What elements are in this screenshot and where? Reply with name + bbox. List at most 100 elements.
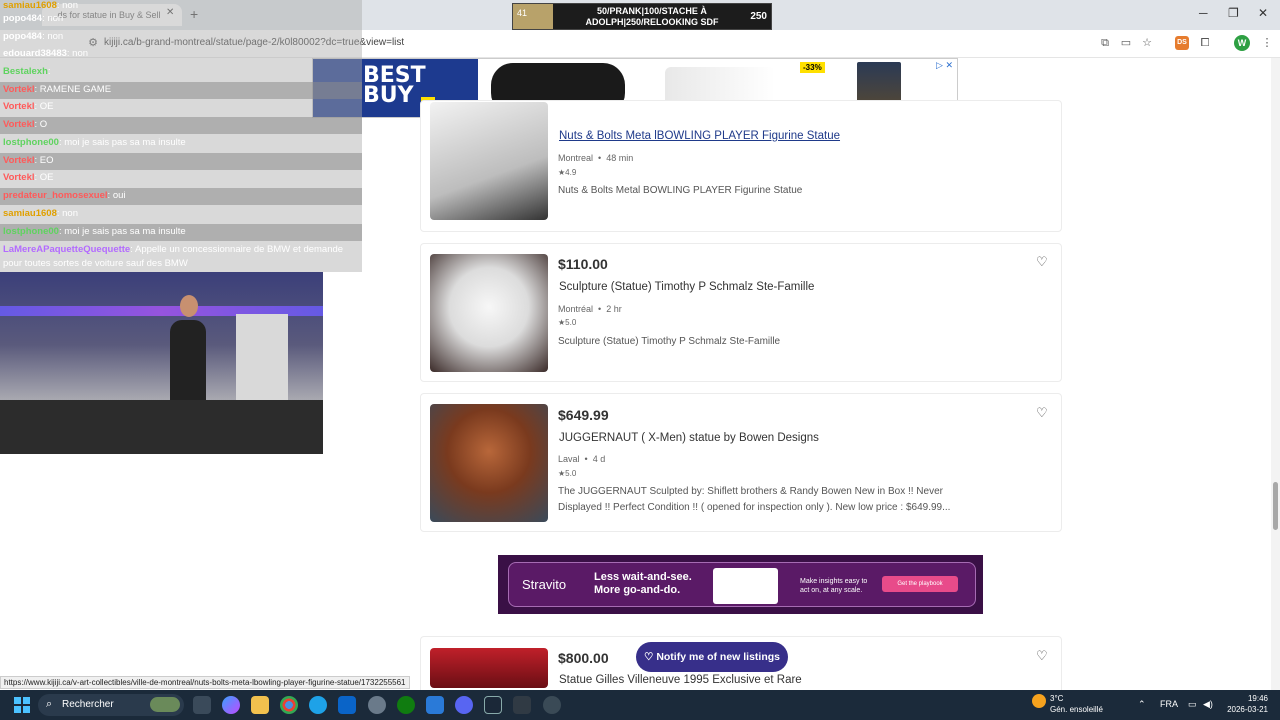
store-icon[interactable] (426, 696, 444, 714)
chat-username: samiau1608 (3, 0, 57, 11)
chat-username: samiau1608 (3, 208, 57, 219)
extension-icon[interactable]: DS (1175, 36, 1189, 50)
listing-price: $110.00 (558, 256, 608, 272)
webcam-door (236, 314, 288, 404)
edge-icon[interactable] (309, 696, 327, 714)
listing-title[interactable]: JUGGERNAUT ( X-Men) statue by Bowen Desi… (559, 432, 819, 444)
favorite-heart-icon[interactable]: ♡ (1036, 254, 1048, 270)
listing-title[interactable]: Nuts & Bolts Meta lBOWLING PLAYER Figuri… (559, 130, 840, 142)
listing-title[interactable]: Statue Gilles Villeneuve 1995 Exclusive … (559, 674, 802, 686)
chat-message: LaMereAPaquetteQuequette: Appelle un con… (3, 244, 343, 256)
listing-rating: ★5.0 (558, 469, 577, 478)
chat-username: Vortekl (3, 84, 35, 95)
extensions-puzzle-icon[interactable]: ⧠ (1198, 36, 1212, 50)
chat-message: predateur_homosexuel: oui (3, 190, 126, 202)
copilot-icon[interactable] (222, 696, 240, 714)
listing-description: The JUGGERNAUT Sculpted by: Shiflett bro… (558, 486, 951, 513)
chrome-icon[interactable] (280, 696, 298, 714)
stravito-logo: Stravito (522, 577, 567, 592)
chat-text: : non (42, 13, 64, 24)
weather-sun-icon (1032, 694, 1046, 708)
status-url: https://www.kijiji.ca/v-art-collectibles… (0, 676, 410, 689)
scrollbar-thumb[interactable] (1273, 482, 1278, 530)
chat-text: : non (56, 0, 79, 11)
chat-message: Vortekl: O (3, 119, 47, 131)
task-view-icon[interactable] (193, 696, 211, 714)
minimize-icon[interactable]: ─ (1199, 6, 1208, 20)
chat-username: Bestalexh (3, 66, 48, 77)
chat-line-highlight (0, 153, 362, 170)
listing-thumbnail[interactable] (430, 404, 548, 522)
language-indicator[interactable]: FRA (1160, 699, 1178, 709)
listing-time: 48 min (606, 153, 634, 163)
chat-username: popo484 (3, 13, 43, 24)
windows-start-icon[interactable] (14, 697, 30, 713)
chat-message: samiau1608: non (3, 0, 78, 12)
donation-text: 50/PRANK|100/STACHE À ADOLPH|250/RELOOKI… (585, 6, 719, 27)
listing-meta: Laval • 4 d (558, 454, 605, 464)
bookmark-star-icon[interactable]: ☆ (1140, 36, 1154, 50)
discount-badge: -33% (800, 62, 825, 73)
close-window-icon[interactable]: ✕ (1258, 6, 1268, 20)
file-explorer-icon[interactable] (251, 696, 269, 714)
chat-line-highlight (0, 117, 362, 134)
browser-menu-icon[interactable]: ⋮ (1260, 36, 1274, 50)
ad-close-icon[interactable]: ▷ ✕ (936, 60, 953, 71)
network-icon[interactable]: ▭ (1188, 699, 1197, 710)
mail-icon[interactable] (338, 696, 356, 714)
cast-icon[interactable]: ▭ (1119, 36, 1133, 50)
listing-thumbnail[interactable] (430, 102, 548, 220)
chat-username: Vortekl (3, 101, 35, 112)
chat-message: lostphone00: moi je sais pas sa ma insul… (3, 137, 186, 149)
donation-level: 41 (513, 4, 553, 29)
listing-location: Montréal (558, 304, 594, 314)
notify-new-listings-button[interactable]: ♡ Notify me of new listings (636, 642, 788, 672)
listing-time: 2 hr (606, 304, 622, 314)
chat-text: : (47, 66, 51, 77)
stravito-subtext: Make insights easy to act on, at any sca… (800, 578, 868, 594)
xbox-icon[interactable] (397, 696, 415, 714)
favorite-heart-icon[interactable]: ♡ (1036, 405, 1048, 421)
favorite-heart-icon[interactable]: ♡ (1036, 648, 1048, 664)
chat-message: samiau1608: non (3, 208, 78, 220)
listing-price: $800.00 (558, 650, 609, 666)
chat-text: : moi je sais pas sa ma insulte (58, 137, 186, 148)
chat-text: pour toutes sortes de voiture sauf des B… (3, 258, 188, 269)
app-icon[interactable] (513, 696, 531, 714)
steam-icon[interactable] (484, 696, 502, 714)
listing-location: Montreal (558, 153, 594, 163)
chat-text: : OE (34, 101, 54, 112)
page-scrollbar[interactable] (1271, 58, 1280, 690)
clock-date: 2026-03-21 (1227, 705, 1268, 714)
weather-widget[interactable]: 3°C Gén. ensoleillé (1050, 693, 1103, 715)
chat-username: edouard38483 (3, 48, 67, 59)
taskbar-clock[interactable]: 19:46 2026-03-21 (1218, 693, 1268, 715)
settings-icon[interactable] (368, 696, 386, 714)
tray-chevron-icon[interactable]: ⌃ (1138, 699, 1146, 710)
chat-message: popo484: non (3, 31, 63, 43)
weather-desc: Gén. ensoleillé (1050, 705, 1103, 714)
profile-avatar[interactable]: W (1234, 35, 1250, 51)
listing-thumbnail[interactable] (430, 648, 548, 688)
maximize-icon[interactable]: ❐ (1228, 6, 1239, 20)
chat-text: : O (34, 119, 48, 130)
chat-message: edouard38483: non (3, 48, 88, 60)
stravito-cta-button[interactable]: Get the playbook (882, 576, 958, 592)
chat-username: lostphone00 (3, 226, 59, 237)
obs-icon[interactable] (543, 696, 561, 714)
listing-location: Laval (558, 454, 580, 464)
chat-message: Vortekl: OE (3, 172, 54, 184)
discord-icon[interactable] (455, 696, 473, 714)
listing-title[interactable]: Sculpture (Statue) Timothy P Schmalz Ste… (559, 281, 814, 293)
chat-text: : EO (34, 155, 54, 166)
webcam-desk (0, 400, 323, 454)
translate-icon[interactable]: ⧉ (1098, 36, 1112, 50)
chat-message: pour toutes sortes de voiture sauf des B… (3, 258, 188, 270)
chat-message: Vortekl: EO (3, 155, 54, 167)
listing-thumbnail[interactable] (430, 254, 548, 372)
listing-description: Sculpture (Statue) Timothy P Schmalz Ste… (558, 336, 781, 347)
chat-text: : moi je sais pas sa ma insulte (58, 226, 186, 237)
chat-message: Bestalexh: (3, 66, 51, 78)
chat-username: LaMereAPaquetteQuequette (3, 244, 131, 255)
volume-icon[interactable]: ◀) (1203, 699, 1213, 710)
